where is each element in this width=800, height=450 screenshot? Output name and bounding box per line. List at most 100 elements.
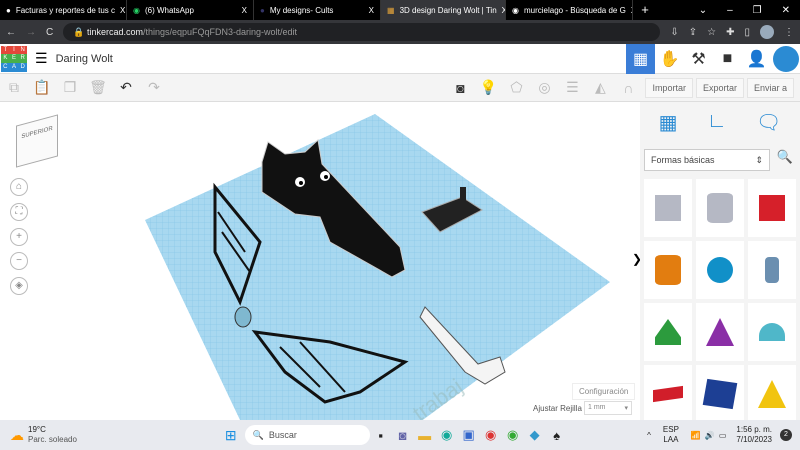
url-input[interactable]: 🔒 tinkercad.com/things/eqpuFQqFDN3-darin… — [63, 23, 661, 41]
zoom-in-button[interactable]: + — [10, 228, 28, 246]
workplane-icon[interactable]: ▦ — [659, 110, 678, 135]
sidepanel-icon[interactable]: ▯ — [744, 27, 750, 38]
3d-view-button[interactable]: ▦ — [626, 43, 655, 74]
profile-avatar[interactable] — [760, 25, 774, 39]
shape-cone[interactable] — [696, 303, 744, 361]
import-button[interactable]: Importar — [645, 77, 693, 98]
teams-icon[interactable]: ◙ — [392, 428, 414, 443]
install-icon[interactable]: ⇩ — [670, 27, 678, 38]
close-tab-icon[interactable]: X — [120, 6, 125, 15]
shape-pyramid[interactable] — [748, 365, 796, 423]
tinkercad-logo[interactable]: TINKERCAD — [1, 45, 27, 72]
windows-start-icon[interactable]: ⊞ — [225, 427, 237, 444]
shape-sphere[interactable] — [696, 241, 744, 299]
extensions-icon[interactable]: ✚ — [726, 27, 734, 38]
folder-icon[interactable]: ▬ — [414, 428, 436, 443]
language-indicator[interactable]: ESP LAA — [663, 425, 679, 445]
close-tab-icon[interactable]: X — [242, 6, 247, 15]
minus-icon: − — [16, 255, 22, 266]
shape-cylinder[interactable] — [696, 179, 744, 237]
shape-scribble[interactable] — [748, 241, 796, 299]
whatsapp-icon: ◉ — [133, 5, 140, 15]
reload-icon[interactable]: C — [46, 27, 53, 38]
ruler-icon[interactable]: ∟ — [707, 110, 727, 135]
shape-icon[interactable]: ⬠ — [502, 79, 530, 96]
store-icon[interactable]: ▣ — [458, 427, 480, 443]
tray-chevron-icon[interactable]: ^ — [647, 431, 651, 440]
shape-cylinder[interactable] — [644, 241, 692, 299]
search-icon: 🔍 — [252, 429, 264, 440]
tab-tinkercad[interactable]: ▦3D design Daring Wolt | TinX — [381, 0, 506, 20]
fit-view-button[interactable]: ⛶ — [10, 203, 28, 221]
codeblocks-button[interactable]: ✋ — [655, 44, 684, 74]
bricks-button[interactable]: ■ — [713, 44, 742, 74]
add-user-icon: 👤 — [746, 50, 767, 68]
copy-icon[interactable]: ⧉ — [0, 79, 28, 96]
shapes-panel: ▦ ∟ 🗨 Formas básicas ⇕ 🔍 — [640, 102, 800, 423]
shape-text[interactable] — [644, 365, 692, 423]
notes-icon[interactable]: 🗨 — [756, 110, 781, 135]
volume-icon[interactable]: 🔊 — [705, 431, 715, 440]
new-tab-button[interactable]: + — [633, 0, 657, 20]
workplane-canvas[interactable]: trabaj SUPERIOR ⌂ ⛶ + − ◈ ❯ Configuració… — [0, 102, 640, 420]
battery-icon[interactable]: ▭ — [719, 431, 727, 440]
lock-icon: 🔒 — [73, 26, 87, 37]
align-icon[interactable]: ☰ — [558, 79, 586, 96]
back-icon[interactable]: ← — [6, 27, 16, 38]
shape-roof[interactable] — [644, 303, 692, 361]
mirror-icon[interactable]: ◭ — [586, 79, 614, 96]
export-button[interactable]: Exportar — [695, 77, 744, 98]
wifi-icon[interactable]: 📶 — [691, 431, 701, 440]
app-icon[interactable]: ♠ — [546, 428, 568, 443]
settings-button[interactable]: Configuración — [572, 383, 636, 400]
chrome-active-icon[interactable]: ◉ — [502, 427, 524, 443]
search-icon[interactable]: 🔍 — [774, 149, 796, 171]
minimize-icon[interactable]: – — [727, 5, 733, 16]
ortho-button[interactable]: ◈ — [10, 277, 28, 295]
sim-button[interactable]: ⚒ — [684, 44, 713, 74]
edge-icon[interactable]: ◉ — [436, 427, 458, 443]
redo-icon[interactable]: ↷ — [140, 79, 168, 96]
tab-facturas[interactable]: ● Facturas y reportes de tus cX — [0, 0, 127, 20]
taskview-icon[interactable]: ▪ — [370, 428, 392, 443]
forward-icon[interactable]: → — [26, 27, 36, 38]
snap-grid-select[interactable]: 1 mm ▾ — [584, 401, 632, 415]
restore-icon[interactable]: ❐ — [753, 5, 762, 16]
share-icon[interactable]: ⇪ — [689, 27, 697, 38]
magnet-icon[interactable]: ∩ — [614, 80, 642, 96]
delete-icon[interactable]: 🗑 — [84, 79, 112, 96]
shape-round-roof[interactable] — [748, 303, 796, 361]
shape-category-select[interactable]: Formas básicas ⇕ — [644, 149, 770, 171]
chevron-down-icon[interactable]: ⌄ — [699, 5, 707, 16]
notes-icon[interactable]: ◙ — [446, 80, 474, 96]
send-to-button[interactable]: Enviar a — [746, 77, 794, 98]
group-icon[interactable]: ◎ — [530, 79, 558, 96]
design-title[interactable]: Daring Wolt — [56, 53, 113, 65]
tab-murcielago[interactable]: ◉murcielago - Búsqueda de GX — [506, 0, 633, 20]
shape-box[interactable] — [748, 179, 796, 237]
duplicate-icon[interactable]: ❐ — [56, 79, 84, 96]
close-tab-icon[interactable]: X — [369, 6, 374, 15]
star-icon[interactable]: ☆ — [707, 27, 716, 38]
chrome-icon[interactable]: ◉ — [480, 427, 502, 443]
notification-badge[interactable]: 2 — [780, 429, 792, 441]
design-list-icon[interactable]: ☰ — [35, 50, 48, 67]
zoom-out-button[interactable]: − — [10, 252, 28, 270]
tab-whatsapp[interactable]: ◉ (6) WhatsApp X — [127, 0, 254, 20]
shape-box[interactable] — [644, 179, 692, 237]
tab-cults[interactable]: ● My designs- Cults X — [254, 0, 381, 20]
collapse-panel-toggle[interactable]: ❯ — [632, 252, 640, 266]
home-view-button[interactable]: ⌂ — [10, 178, 28, 196]
invite-button[interactable]: 👤 — [742, 44, 771, 74]
clock[interactable]: 1:56 p. m. 7/10/2023 — [736, 425, 772, 445]
taskbar-search[interactable]: 🔍 Buscar — [244, 425, 370, 445]
user-avatar[interactable] — [771, 44, 800, 74]
menu-icon[interactable]: ⋮ — [784, 27, 794, 38]
close-window-icon[interactable]: ✕ — [782, 5, 790, 16]
maps-icon[interactable]: ◆ — [524, 427, 546, 443]
light-icon[interactable]: 💡 — [474, 79, 502, 96]
paste-icon[interactable]: 📋 — [28, 79, 56, 96]
shape-polygon[interactable] — [696, 365, 744, 423]
undo-icon[interactable]: ↶ — [112, 79, 140, 96]
weather-widget[interactable]: 19°C Parc. soleado — [28, 425, 77, 445]
